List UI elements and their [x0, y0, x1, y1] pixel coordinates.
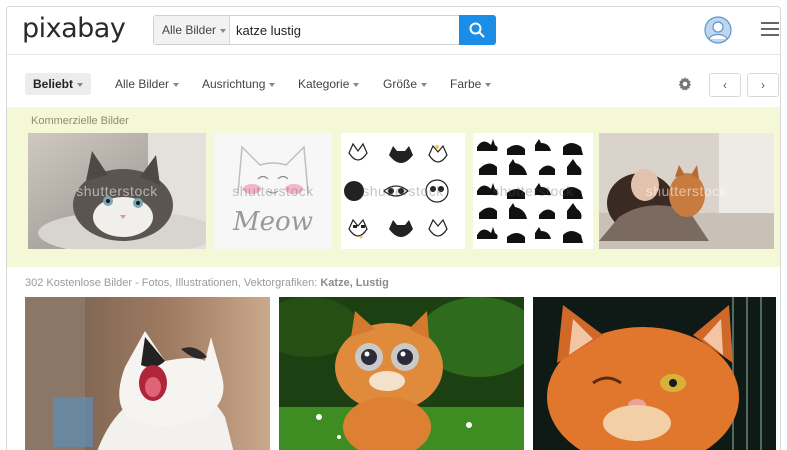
- watermark-text: shutterstock: [76, 183, 158, 199]
- chevron-down-icon: [421, 82, 428, 87]
- watermark-text: shutterstock: [492, 183, 574, 199]
- chevron-down-icon: [220, 28, 227, 33]
- filter-orientation[interactable]: Ausrichtung: [202, 73, 276, 95]
- filter-bar: Beliebt Alle Bilder Ausrichtung Kategori…: [7, 55, 780, 107]
- watermark-text: shutterstock: [362, 183, 444, 199]
- chevron-down-icon: [353, 82, 360, 87]
- chevron-down-icon: [173, 82, 180, 87]
- chevron-down-icon: [485, 82, 492, 87]
- toy-cat-photo: [279, 297, 524, 450]
- user-avatar-icon[interactable]: [704, 16, 732, 44]
- search-type-label: Alle Bilder: [162, 23, 217, 37]
- watermark-text: shutterstock: [232, 183, 314, 199]
- top-header: pixabay Alle Bilder: [7, 7, 780, 55]
- commercial-thumb-woman-cat[interactable]: shutterstock: [599, 133, 774, 249]
- commercial-images-section: Kommerzielle Bilder shutterstock Meow sh…: [7, 107, 780, 267]
- sort-label: Beliebt: [33, 77, 74, 91]
- chevron-down-icon: [269, 82, 276, 87]
- watermark-text: shutterstock: [645, 183, 728, 199]
- search-type-dropdown[interactable]: Alle Bilder: [154, 16, 230, 44]
- results-query-text: Katze, Lustig: [320, 277, 389, 289]
- commercial-thumb-kitten[interactable]: shutterstock: [28, 133, 206, 249]
- winking-cat-photo: [533, 297, 776, 450]
- filter-size[interactable]: Größe: [383, 73, 428, 95]
- meow-text: Meow: [233, 207, 313, 237]
- commercial-thumb-cat-faces[interactable]: shutterstock: [341, 133, 465, 249]
- filter-label: Alle Bilder: [115, 77, 170, 91]
- browser-window: pixabay Alle Bilder katze lustig Beliebt…: [6, 6, 781, 450]
- commercial-thumb-silhouettes[interactable]: shutterstock: [473, 133, 593, 249]
- filter-color[interactable]: Farbe: [450, 73, 492, 95]
- filter-label: Kategorie: [298, 77, 350, 91]
- filter-all-images[interactable]: Alle Bilder: [115, 73, 180, 95]
- sort-dropdown[interactable]: Beliebt: [25, 73, 92, 95]
- search-bar: Alle Bilder: [153, 15, 496, 45]
- filter-label: Ausrichtung: [202, 77, 266, 91]
- results-label-text: 302 Kostenlose Bilder - Fotos, Illustrat…: [25, 277, 318, 289]
- filter-category[interactable]: Kategorie: [298, 73, 360, 95]
- filter-label: Größe: [383, 77, 418, 91]
- hamburger-menu-icon[interactable]: [761, 22, 779, 36]
- commercial-thumb-meow[interactable]: Meow shutterstock: [214, 133, 332, 249]
- pixabay-logo[interactable]: pixabay: [22, 13, 126, 44]
- result-photo-yawning-cat[interactable]: [25, 297, 270, 450]
- filter-label: Farbe: [450, 77, 482, 91]
- yawning-cat-photo: [25, 297, 270, 450]
- chevron-down-icon: [77, 82, 84, 87]
- gear-icon[interactable]: [678, 77, 692, 91]
- search-input[interactable]: [236, 20, 456, 40]
- next-page-button[interactable]: ›: [747, 73, 779, 97]
- search-button[interactable]: [459, 15, 496, 45]
- search-icon: [469, 22, 485, 38]
- commercial-title: Kommerzielle Bilder: [31, 115, 129, 127]
- prev-page-button[interactable]: ‹: [709, 73, 741, 97]
- result-photo-winking-cat[interactable]: [533, 297, 776, 450]
- results-count-label: 302 Kostenlose Bilder - Fotos, Illustrat…: [25, 277, 389, 289]
- result-photo-toy-cat[interactable]: [279, 297, 524, 450]
